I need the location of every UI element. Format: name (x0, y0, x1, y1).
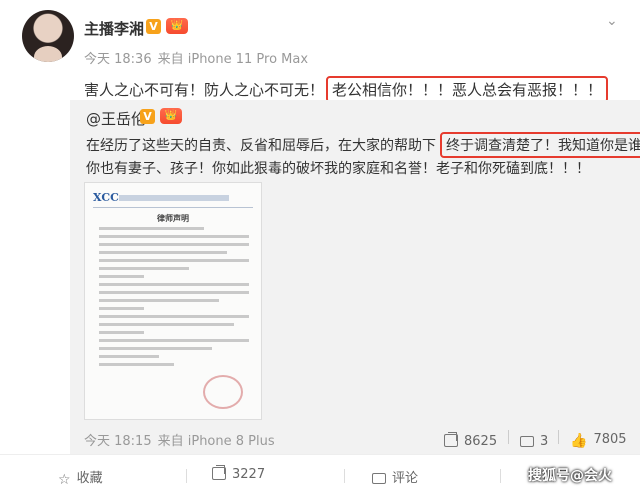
comment-icon (372, 473, 386, 484)
comment-label: 评论 (392, 471, 419, 486)
repost-text-line1: 在经历了这些天的自责、反省和屈辱后，在大家的帮助下 终于调查清楚了！我知道你是谁！ (86, 132, 640, 158)
repost-comment-count: 3 (540, 434, 549, 449)
username[interactable]: 主播李湘 (84, 18, 144, 39)
comment-icon (520, 436, 534, 447)
comment-button[interactable]: 评论 (372, 467, 418, 486)
divider (500, 469, 501, 483)
repost-text-plain: 在经历了这些天的自责、反省和屈辱后，在大家的帮助下 (86, 138, 436, 154)
repost-crown-icon: 👑 (160, 108, 182, 124)
favorite-button[interactable]: ☆ 收藏 (58, 467, 103, 488)
post-time[interactable]: 今天 18:36 (84, 52, 152, 67)
post-text: 害人之心不可有！防人之心不可无！ 老公相信你！！！恶人总会有恶报！！！ (84, 76, 609, 103)
divider (558, 430, 559, 444)
share-button[interactable]: 3227 (212, 467, 265, 482)
repost-like-count: 7805 (593, 432, 627, 447)
post-source: 来自 iPhone 11 Pro Max (157, 52, 309, 67)
doc-logo: XCC (93, 191, 253, 205)
repost-share-count: 8625 (464, 434, 498, 449)
divider (508, 430, 509, 444)
crown-icon: 👑 (166, 18, 188, 34)
doc-heading: 律师声明 (157, 214, 189, 223)
repost-like-button[interactable]: 👍 7805 (570, 428, 627, 449)
weibo-post: 主播李湘 V 👑 今天 18:36 来自 iPhone 11 Pro Max ⌄ … (0, 0, 640, 494)
share-icon (444, 434, 458, 447)
repost-text-line2: 你也有妻子、孩子！你如此狠毒的破坏我的家庭和名誉！老子和你死磕到底！！！ (86, 161, 590, 177)
repost-verified-badge: V (140, 109, 155, 124)
watermark: 搜狐号@会火 (528, 468, 612, 484)
share-icon (212, 467, 226, 480)
favorite-label: 收藏 (76, 471, 103, 486)
star-icon: ☆ (58, 472, 71, 488)
doc-stamp (203, 375, 243, 409)
repost-share-button[interactable]: 8625 (444, 430, 497, 449)
repost-comment-button[interactable]: 3 (520, 430, 548, 449)
doc-text-lines (99, 227, 249, 371)
divider (344, 469, 345, 483)
doc-divider (93, 207, 253, 208)
doc-logo-mark: XCC (93, 191, 119, 204)
share-count: 3227 (232, 467, 266, 482)
verified-badge: V (146, 19, 161, 34)
repost-time[interactable]: 今天 18:15 (84, 434, 152, 449)
repost-card[interactable]: @王岳伦 V 👑 在经历了这些天的自责、反省和屈辱后，在大家的帮助下 终于调查清楚… (70, 100, 640, 454)
lawyer-statement-image[interactable]: XCC 律师声明 (84, 182, 262, 420)
post-text-highlight: 老公相信你！！！恶人总会有恶报！！！ (326, 76, 609, 103)
chevron-down-icon[interactable]: ⌄ (606, 14, 620, 28)
post-meta: 今天 18:36 来自 iPhone 11 Pro Max (84, 48, 314, 67)
post-text-plain: 害人之心不可有！防人之心不可无！ (84, 81, 325, 99)
repost-text-highlight: 终于调查清楚了！我知道你是谁！ (440, 132, 640, 158)
thumbs-up-icon: 👍 (570, 433, 588, 449)
doc-logo-bar (119, 195, 229, 201)
divider (186, 469, 187, 483)
repost-username[interactable]: @王岳伦 (86, 108, 146, 129)
repost-meta: 今天 18:15 来自 iPhone 8 Plus (84, 430, 281, 449)
repost-source: 来自 iPhone 8 Plus (157, 434, 275, 449)
avatar[interactable] (22, 10, 74, 62)
